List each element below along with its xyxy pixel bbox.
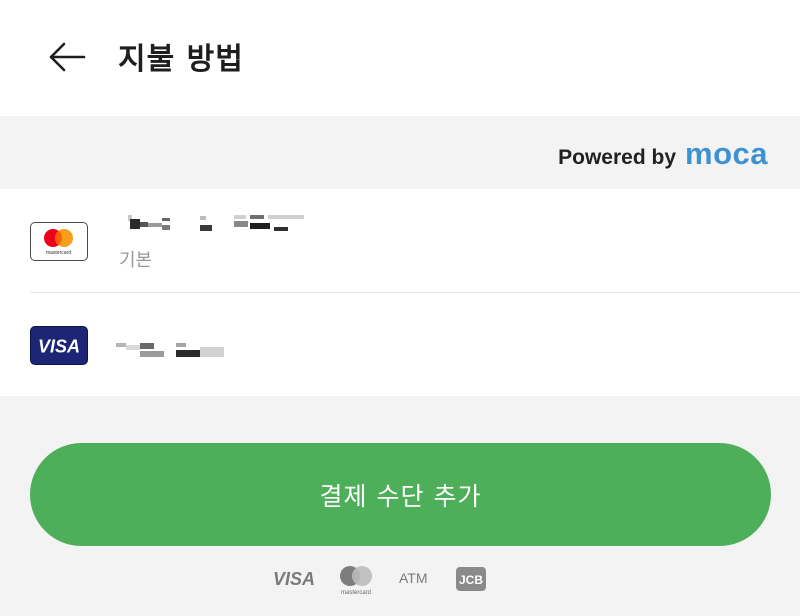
mastercard-icon: mastercard	[30, 222, 88, 261]
default-badge: 기본	[119, 250, 153, 271]
mastercard-brand-icon: mastercard	[340, 566, 372, 596]
moca-logo: moca	[685, 136, 768, 171]
visa-icon: VISA	[30, 326, 88, 365]
payment-method-item[interactable]: mastercard 기본	[0, 189, 800, 292]
accepted-brands: VISA mastercard ATM JCB	[270, 563, 490, 597]
masked-card-number	[116, 337, 236, 365]
atm-brand-icon: ATM	[399, 570, 428, 586]
header-bar: 지불 방법	[0, 0, 800, 116]
mastercard-wordmark: mastercard	[46, 250, 71, 256]
add-payment-method-button[interactable]: 결제 수단 추가	[30, 443, 771, 546]
visa-brand-icon: VISA	[273, 569, 315, 589]
svg-text:mastercard: mastercard	[341, 590, 371, 596]
jcb-brand-icon: JCB	[456, 567, 486, 591]
arrow-left-icon	[49, 42, 86, 72]
masked-card-number	[116, 213, 316, 239]
payment-method-item[interactable]: VISA	[30, 292, 800, 396]
payment-method-list: mastercard 기본 VISA	[0, 189, 800, 396]
powered-by-bar: Powered by moca	[0, 116, 800, 189]
visa-wordmark: VISA	[38, 337, 80, 357]
back-button[interactable]	[46, 38, 88, 76]
svg-text:JCB: JCB	[459, 573, 483, 587]
page-title: 지불 방법	[118, 42, 244, 77]
add-payment-method-label: 결제 수단 추가	[319, 481, 482, 511]
powered-by-label: Powered by	[558, 146, 677, 169]
